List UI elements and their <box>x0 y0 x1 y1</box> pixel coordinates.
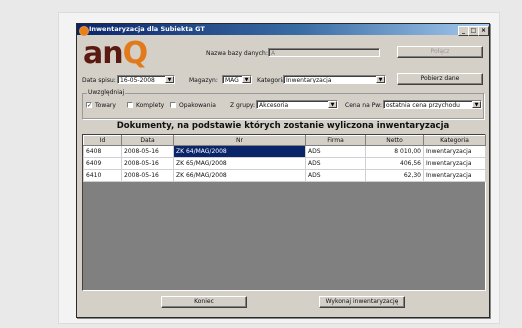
include-groupbox: Uwzględniaj ✓ Towary Komplety Opakowania… <box>82 89 484 119</box>
towary-checkbox[interactable]: ✓ <box>86 102 92 109</box>
opakowania-checkbox[interactable] <box>170 102 176 108</box>
group-value: Akcesoria <box>259 102 289 109</box>
price-select[interactable]: ostatnia cena przychodu ▼ <box>383 100 482 109</box>
chevron-down-icon[interactable]: ▼ <box>328 101 337 108</box>
column-header-firm[interactable]: Firma <box>305 135 366 146</box>
column-header-category[interactable]: Kategoria <box>423 135 486 146</box>
cell-id: 6408 <box>83 145 122 158</box>
chevron-down-icon[interactable]: ▼ <box>472 101 481 108</box>
anq-logo: anQ <box>83 36 148 71</box>
date-picker[interactable]: 16-05-2008 ▼ <box>117 75 175 84</box>
cell-firm: ADS <box>305 157 366 170</box>
date-value: 16-05-2008 <box>120 77 155 84</box>
documents-heading: Dokumenty, na podstawie których zostanie… <box>116 121 450 131</box>
table-row[interactable]: 6409 2008-05-16 ZK 65/MAG/2008 ADS 406,5… <box>83 157 486 170</box>
category-value: Inwentaryzacja <box>286 77 332 84</box>
group-label: Z grupy: <box>230 102 256 109</box>
warehouse-select[interactable]: MAG ▼ <box>222 75 252 84</box>
close-button[interactable]: × <box>478 25 489 36</box>
db-name-input[interactable]: A <box>268 48 380 57</box>
cell-category: Inwentaryzacja <box>423 157 486 170</box>
run-inventory-button[interactable]: Wykonaj inwentaryzację <box>319 296 405 308</box>
cell-id: 6409 <box>83 157 122 170</box>
cell-nr: ZK 65/MAG/2008 <box>173 157 306 170</box>
cell-id: 6410 <box>83 169 122 182</box>
fetch-data-button[interactable]: Pobierz dane <box>397 73 483 85</box>
documents-table: Id Data Nr Firma Netto Kategoria 6408 20… <box>83 135 486 182</box>
cell-date: 2008-05-16 <box>121 157 174 170</box>
warehouse-label: Magazyn: <box>189 77 218 84</box>
include-legend: Uwzględniaj <box>87 89 126 96</box>
cell-category: Inwentaryzacja <box>423 169 486 182</box>
cell-firm: ADS <box>305 145 366 158</box>
cell-net: 8 010,00 <box>365 145 424 158</box>
column-header-date[interactable]: Data <box>121 135 174 146</box>
title-bar[interactable]: Inwentaryzacja dla Subiekta GT _ □ × <box>77 24 489 36</box>
price-value: ostatnia cena przychodu <box>386 102 460 109</box>
documents-grid[interactable]: Id Data Nr Firma Netto Kategoria 6408 20… <box>82 134 486 291</box>
table-row[interactable]: 6410 2008-05-16 ZK 66/MAG/2008 ADS 62,30… <box>83 169 486 182</box>
chevron-down-icon[interactable]: ▼ <box>376 76 385 83</box>
chevron-down-icon[interactable]: ▼ <box>242 76 251 83</box>
cell-nr: ZK 66/MAG/2008 <box>173 169 306 182</box>
cell-net: 406,56 <box>365 157 424 170</box>
column-header-net[interactable]: Netto <box>365 135 424 146</box>
app-icon <box>79 25 89 36</box>
cell-net: 62,30 <box>365 169 424 182</box>
column-header-nr[interactable]: Nr <box>173 135 306 146</box>
finish-button[interactable]: Koniec <box>161 296 247 308</box>
cell-date: 2008-05-16 <box>121 169 174 182</box>
table-header-row: Id Data Nr Firma Netto Kategoria <box>83 135 486 146</box>
cell-category: Inwentaryzacja <box>423 145 486 158</box>
warehouse-value: MAG <box>225 77 239 84</box>
column-header-id[interactable]: Id <box>83 135 122 146</box>
category-select[interactable]: Inwentaryzacja ▼ <box>283 75 386 84</box>
group-select[interactable]: Akcesoria ▼ <box>256 100 338 109</box>
app-window: Inwentaryzacja dla Subiekta GT _ □ × anQ… <box>76 23 490 318</box>
table-row[interactable]: 6408 2008-05-16 ZK 64/MAG/2008 ADS 8 010… <box>83 145 486 158</box>
window-title: Inwentaryzacja dla Subiekta GT <box>89 25 205 33</box>
komplety-label: Komplety <box>136 102 165 109</box>
cell-date: 2008-05-16 <box>121 145 174 158</box>
chevron-down-icon[interactable]: ▼ <box>165 76 174 83</box>
db-name-label: Nazwa bazy danych: <box>206 50 268 57</box>
connect-button[interactable]: Połącz <box>397 46 483 58</box>
opakowania-label: Opakowania <box>179 102 216 109</box>
date-label: Data spisu: <box>82 77 116 84</box>
komplety-checkbox[interactable] <box>127 102 133 108</box>
towary-label: Towary <box>95 102 116 109</box>
cell-firm: ADS <box>305 169 366 182</box>
price-label: Cena na Pw: <box>345 102 382 109</box>
cell-nr[interactable]: ZK 64/MAG/2008 <box>173 145 306 158</box>
